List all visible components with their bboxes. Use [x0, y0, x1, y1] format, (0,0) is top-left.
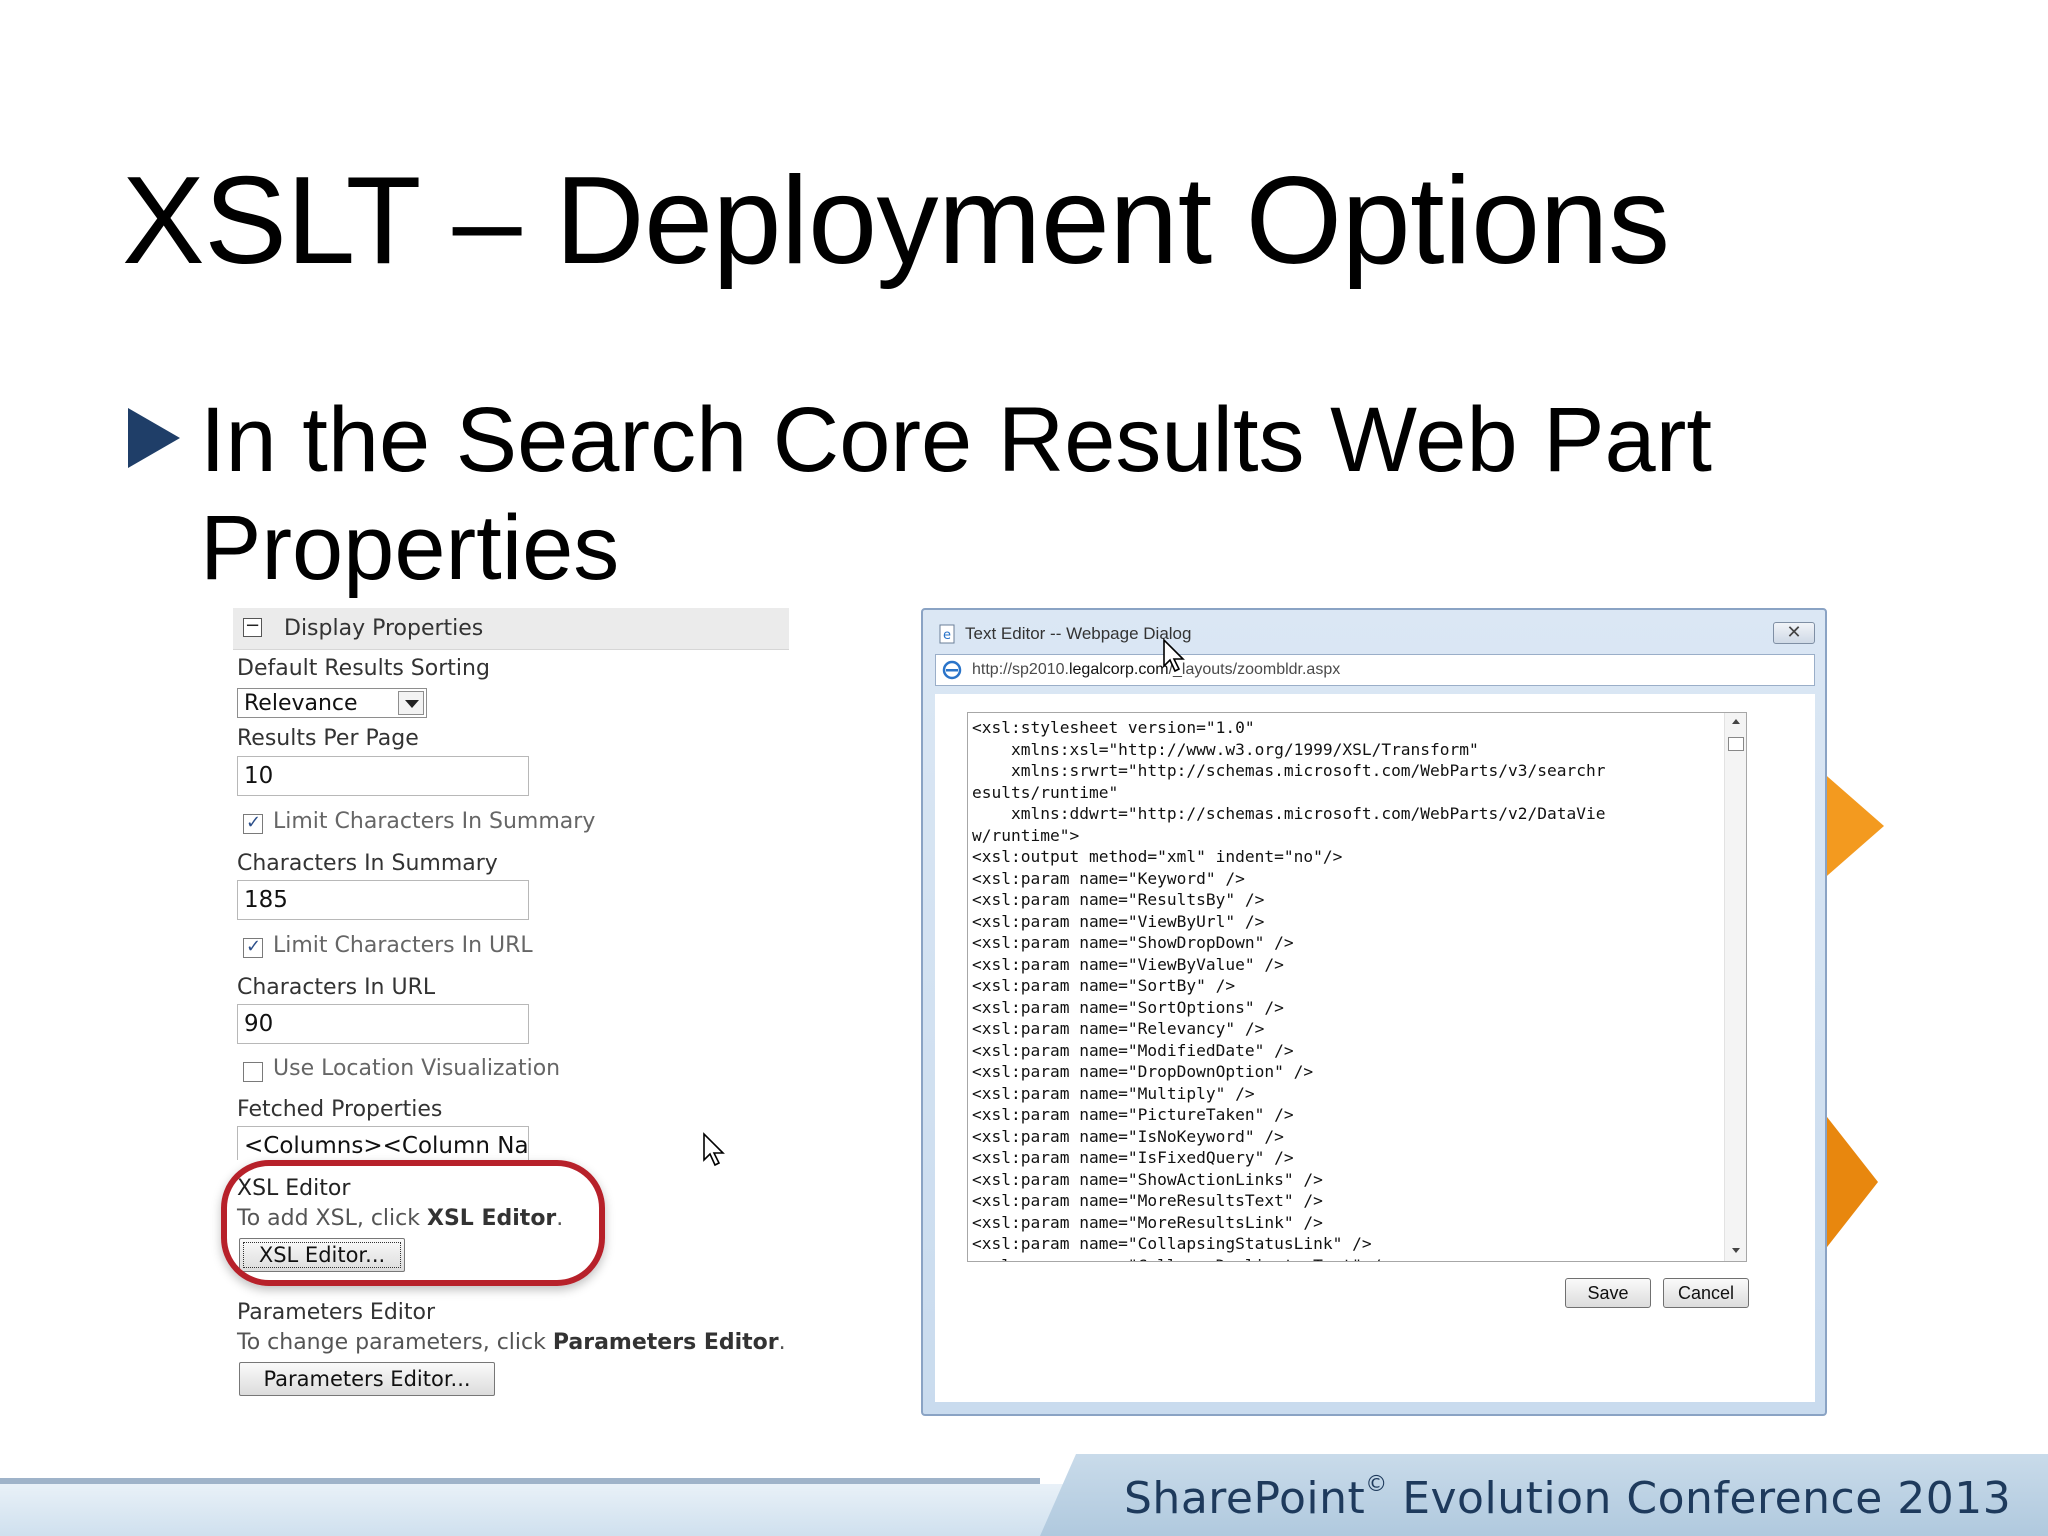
- address-url: http://sp2010.legalcorp.com/_layouts/zoo…: [972, 661, 1340, 679]
- bullet-triangle-icon: [128, 408, 180, 468]
- fetched-properties-label: Fetched Properties: [237, 1097, 443, 1122]
- decorative-orange-arrow: [1820, 770, 1884, 882]
- xsl-editor-hint: To add XSL, click XSL Editor.: [237, 1206, 563, 1231]
- xsl-editor-button[interactable]: XSL Editor...: [239, 1238, 405, 1272]
- default-sorting-value: Relevance: [244, 691, 358, 716]
- cancel-button[interactable]: Cancel: [1663, 1278, 1749, 1308]
- save-button[interactable]: Save: [1565, 1278, 1651, 1308]
- decorative-orange-arrow: [1820, 1108, 1878, 1256]
- chars-summary-input[interactable]: 185: [237, 880, 529, 920]
- xsl-editor-label: XSL Editor: [237, 1176, 351, 1201]
- chars-url-input[interactable]: 90: [237, 1004, 529, 1044]
- limit-summary-label: Limit Characters In Summary: [273, 809, 596, 834]
- dialog-title: Text Editor -- Webpage Dialog: [965, 624, 1192, 643]
- xsl-hint-suffix: .: [556, 1206, 564, 1231]
- footer-rest: Evolution Conference 2013: [1387, 1473, 2012, 1524]
- scroll-down-icon[interactable]: [1732, 1248, 1740, 1253]
- params-hint-prefix: To change parameters, click: [237, 1330, 553, 1355]
- xsl-hint-bold: XSL Editor: [427, 1206, 557, 1231]
- scroll-up-icon[interactable]: [1732, 719, 1740, 724]
- display-properties-title: Display Properties: [284, 616, 484, 641]
- mouse-cursor-icon: [1163, 638, 1185, 673]
- xsl-code-textarea[interactable]: <xsl:stylesheet version="1.0" xmlns:xsl=…: [967, 712, 1747, 1262]
- results-per-page-label: Results Per Page: [237, 726, 419, 751]
- limit-summary-checkbox[interactable]: [243, 812, 263, 834]
- chars-summary-label: Characters In Summary: [237, 851, 498, 876]
- params-hint-bold: Parameters Editor: [552, 1330, 779, 1355]
- display-properties-header[interactable]: − Display Properties: [233, 608, 789, 650]
- default-sorting-select[interactable]: Relevance: [237, 688, 427, 718]
- text-editor-dialog: e Text Editor -- Webpage Dialog ✕ http:/…: [921, 608, 1827, 1416]
- fetched-properties-value: <Columns><Column Nam: [244, 1133, 529, 1159]
- url-suffix: /_layouts/zoombldr.aspx: [1168, 661, 1341, 678]
- vertical-scrollbar[interactable]: [1724, 713, 1746, 1261]
- url-domain: legalcorp.com: [1068, 661, 1169, 678]
- xsl-code: <xsl:stylesheet version="1.0" xmlns:xsl=…: [972, 718, 1606, 1261]
- xsl-hint-prefix: To add XSL, click: [237, 1206, 427, 1231]
- slide-title: XSLT – Deployment Options: [122, 152, 1670, 290]
- default-sorting-label: Default Results Sorting: [237, 656, 490, 681]
- dropdown-arrow-icon[interactable]: [398, 691, 424, 715]
- limit-url-checkbox[interactable]: [243, 936, 263, 958]
- parameters-editor-label: Parameters Editor: [237, 1300, 436, 1325]
- location-viz-checkbox[interactable]: [243, 1062, 263, 1082]
- bullet-text: In the Search Core Results Web Part Prop…: [200, 389, 1712, 599]
- collapse-minus-icon[interactable]: −: [243, 617, 262, 637]
- close-icon[interactable]: ✕: [1773, 622, 1815, 644]
- dialog-body: <xsl:stylesheet version="1.0" xmlns:xsl=…: [935, 694, 1815, 1402]
- address-bar: http://sp2010.legalcorp.com/_layouts/zoo…: [935, 654, 1815, 686]
- limit-url-label: Limit Characters In URL: [273, 933, 533, 958]
- fetched-properties-input[interactable]: <Columns><Column Nam: [237, 1126, 529, 1160]
- svg-text:e: e: [943, 628, 951, 643]
- scroll-thumb[interactable]: [1728, 737, 1744, 751]
- footer-brand: SharePoint: [1124, 1473, 1366, 1524]
- ie-page-icon: e: [939, 624, 955, 644]
- parameters-editor-hint: To change parameters, click Parameters E…: [237, 1330, 786, 1355]
- results-per-page-input[interactable]: 10: [237, 756, 529, 796]
- slide-footer: SharePoint© Evolution Conference 2013: [0, 1454, 2048, 1536]
- results-per-page-value: 10: [244, 763, 274, 789]
- footer-conference-name: SharePoint© Evolution Conference 2013: [1124, 1472, 2011, 1524]
- chars-summary-value: 185: [244, 887, 288, 913]
- parameters-editor-button[interactable]: Parameters Editor...: [239, 1362, 495, 1396]
- url-prefix: http://sp2010.: [972, 661, 1069, 678]
- params-hint-suffix: .: [778, 1330, 786, 1355]
- chars-url-value: 90: [244, 1011, 274, 1037]
- mouse-cursor-icon: [703, 1132, 725, 1167]
- ie-page-icon: [942, 660, 962, 680]
- location-viz-label: Use Location Visualization: [273, 1056, 561, 1081]
- footer-registered-mark: ©: [1365, 1472, 1388, 1497]
- footer-line: [0, 1478, 1040, 1484]
- chars-url-label: Characters In URL: [237, 975, 436, 1000]
